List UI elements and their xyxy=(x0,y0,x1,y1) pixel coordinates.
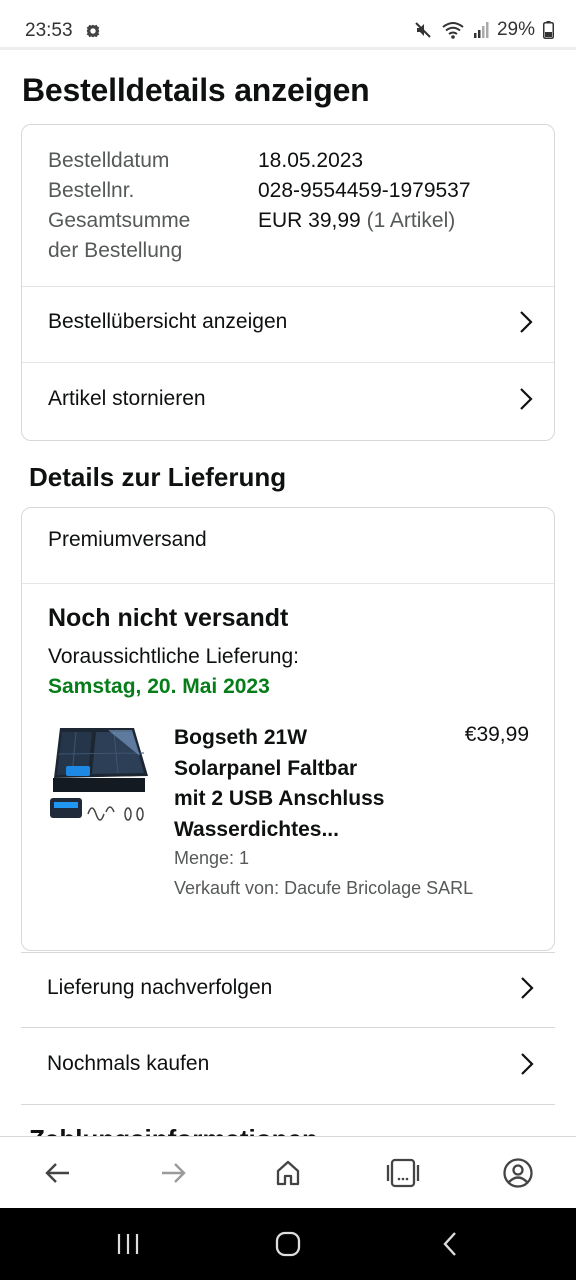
order-total-value: EUR 39,99 (1 Artikel) xyxy=(258,206,455,236)
chevron-right-icon xyxy=(521,977,534,999)
product-image[interactable] xyxy=(48,726,150,830)
system-home-button[interactable] xyxy=(268,1228,308,1260)
wifi-icon xyxy=(442,22,464,39)
divider xyxy=(22,583,554,584)
divider xyxy=(21,1104,555,1105)
order-summary-card: Bestelldatum 18.05.2023 Bestellnr. 028-9… xyxy=(21,124,555,441)
system-back-button[interactable] xyxy=(430,1228,470,1260)
status-divider xyxy=(0,47,576,50)
product-title-line: Solarpanel Faltbar xyxy=(174,756,358,780)
home-button[interactable] xyxy=(270,1155,306,1191)
battery-percent: 29% xyxy=(496,19,535,40)
payment-info-heading-text: Zahlungsinformationen xyxy=(29,1124,318,1136)
shipment-status: Noch nicht versandt xyxy=(48,604,289,632)
track-package-label: Lieferung nachverfolgen xyxy=(47,976,273,999)
product-title-link[interactable]: Bogseth 21W Solarpanel Faltbar mit 2 USB… xyxy=(174,723,414,845)
home-icon xyxy=(276,1160,300,1186)
status-time: 23:53 xyxy=(25,20,73,41)
product-quantity: Menge: 1 xyxy=(174,848,250,868)
expected-delivery-date: Samstag, 20. Mai 2023 xyxy=(48,675,270,698)
forward-arrow-icon xyxy=(162,1163,186,1183)
buy-again-label: Nochmals kaufen xyxy=(47,1052,210,1075)
system-home-icon xyxy=(275,1231,301,1257)
page-title: Bestelldetails anzeigen xyxy=(22,72,370,108)
product-title-line: Bogseth 21W xyxy=(174,726,308,749)
product-seller: Verkauft von: Dacufe Bricolage SARL xyxy=(174,878,474,898)
order-summary-link[interactable]: Bestellübersicht anzeigen xyxy=(22,284,554,360)
order-total-label-line1: Gesamtsumme xyxy=(48,209,191,232)
mute-icon xyxy=(415,22,431,38)
status-bar: 23:53 29% xyxy=(0,0,576,50)
product-title-line: mit 2 USB Anschluss xyxy=(174,787,385,810)
payment-info-heading-partial: Zahlungsinformationen xyxy=(29,1122,318,1136)
account-button[interactable] xyxy=(500,1155,536,1191)
cancel-items-link[interactable]: Artikel stornieren xyxy=(22,361,554,437)
battery-icon xyxy=(543,21,554,39)
order-number-label: Bestellnr. xyxy=(48,179,135,202)
system-nav-bar xyxy=(0,1208,576,1280)
order-total-label-line2: der Bestellung xyxy=(48,239,183,262)
account-icon xyxy=(503,1158,533,1188)
forward-button[interactable] xyxy=(155,1155,191,1191)
order-date-label: Bestelldatum xyxy=(48,149,170,172)
shipping-method: Premiumversand xyxy=(48,528,207,551)
back-button[interactable] xyxy=(40,1155,76,1191)
chevron-right-icon xyxy=(520,388,533,410)
product-price: €39,99 xyxy=(464,723,529,746)
chevron-right-icon xyxy=(521,1053,534,1075)
delivery-card: Premiumversand Noch nicht versandt Vorau… xyxy=(21,507,555,951)
chevron-right-icon xyxy=(520,311,533,333)
product-title-line: Wasserdichtes... xyxy=(174,817,339,841)
cancel-items-link-label: Artikel stornieren xyxy=(48,387,206,410)
delivery-section-title: Details zur Lieferung xyxy=(29,462,287,492)
buy-again-link[interactable]: Nochmals kaufen xyxy=(21,1026,555,1102)
browser-toolbar xyxy=(0,1136,576,1208)
order-total-items: (1 Artikel) xyxy=(366,209,456,232)
order-date-value: 18.05.2023 xyxy=(258,149,364,172)
track-package-link[interactable]: Lieferung nachverfolgen xyxy=(21,950,555,1026)
order-summary-link-label: Bestellübersicht anzeigen xyxy=(48,310,288,333)
tabs-button[interactable] xyxy=(385,1155,421,1191)
order-total-amount: EUR 39,99 xyxy=(258,209,361,232)
expected-delivery-label: Voraussichtliche Lieferung: xyxy=(48,645,299,668)
recent-apps-icon xyxy=(117,1234,139,1254)
settings-gear-icon xyxy=(86,24,100,38)
tabs-icon xyxy=(386,1158,420,1188)
signal-icon xyxy=(473,22,489,38)
system-back-icon xyxy=(443,1232,456,1256)
back-arrow-icon xyxy=(45,1163,69,1183)
recent-apps-button[interactable] xyxy=(108,1228,148,1260)
order-number-value: 028-9554459-1979537 xyxy=(258,179,471,202)
